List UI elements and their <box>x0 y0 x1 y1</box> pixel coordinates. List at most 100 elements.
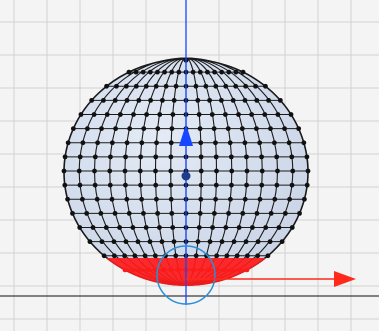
vertex-dot[interactable] <box>133 69 139 75</box>
vertex-dot[interactable] <box>147 69 153 75</box>
vertex-dot[interactable] <box>233 83 239 89</box>
vertex-dot[interactable] <box>168 168 174 174</box>
vertex-dot[interactable] <box>191 267 197 273</box>
vertex-dot[interactable] <box>109 140 115 146</box>
vertex-dot[interactable] <box>103 225 109 230</box>
vertex-dot[interactable] <box>230 97 236 103</box>
vertex-dot[interactable] <box>78 112 84 117</box>
vertex-dot[interactable] <box>249 112 255 117</box>
vertex-dot[interactable] <box>271 140 277 146</box>
vertex-dot[interactable] <box>223 225 229 230</box>
vertex-dot[interactable] <box>153 83 159 89</box>
vertex-dot[interactable] <box>65 140 71 146</box>
vertex-dot[interactable] <box>124 97 130 103</box>
vertex-dot[interactable] <box>255 239 261 245</box>
vertex-dot[interactable] <box>168 140 174 146</box>
vertex-dot[interactable] <box>289 225 295 230</box>
vertex-dot[interactable] <box>304 182 310 188</box>
vertex-dot[interactable] <box>108 154 113 160</box>
vertex-dot[interactable] <box>130 267 136 273</box>
vertex-dot[interactable] <box>213 196 218 202</box>
vertex-dot[interactable] <box>231 239 237 245</box>
vertex-dot[interactable] <box>169 69 175 75</box>
vertex-dot[interactable] <box>131 112 136 117</box>
vertex-dot[interactable] <box>130 225 136 230</box>
vertex-dot[interactable] <box>155 126 161 132</box>
vertex-dot[interactable] <box>152 253 158 259</box>
vertex-dot[interactable] <box>163 83 169 89</box>
vertex-dot[interactable] <box>218 97 224 103</box>
vertex-dot[interactable] <box>243 239 249 245</box>
vertex-dot[interactable] <box>168 154 174 160</box>
vertex-dot[interactable] <box>137 168 143 174</box>
vertex-dot[interactable] <box>263 83 268 89</box>
vertex-dot[interactable] <box>170 112 176 117</box>
vertex-dot[interactable] <box>139 140 145 146</box>
vertex-dot[interactable] <box>263 225 269 230</box>
vertex-dot[interactable] <box>124 140 130 146</box>
vertex-dot[interactable] <box>196 225 202 230</box>
vertex-dot[interactable] <box>91 112 97 117</box>
vertex-dot[interactable] <box>80 196 85 202</box>
vertex-dot[interactable] <box>77 182 83 188</box>
vertex-dot[interactable] <box>254 126 259 132</box>
vertex-dot[interactable] <box>190 69 196 75</box>
vertex-dot[interactable] <box>104 83 109 89</box>
vertex-dot[interactable] <box>136 97 142 103</box>
vertex-dot[interactable] <box>267 239 273 245</box>
vertex-dot[interactable] <box>221 267 227 273</box>
vertex-dot[interactable] <box>244 168 250 174</box>
vertex-dot[interactable] <box>227 196 233 202</box>
vertex-dot[interactable] <box>198 140 204 146</box>
vertex-dot[interactable] <box>240 69 246 75</box>
vertex-dot[interactable] <box>155 210 161 216</box>
vertex-dot[interactable] <box>101 97 106 103</box>
vertex-dot[interactable] <box>122 267 128 273</box>
vertex-dot[interactable] <box>117 112 123 117</box>
vertex-dot[interactable] <box>198 267 204 273</box>
vertex-dot[interactable] <box>254 97 260 103</box>
vertex-dot[interactable] <box>153 168 158 174</box>
vertex-dot[interactable] <box>257 196 263 202</box>
vertex-dot[interactable] <box>169 210 175 216</box>
vertex-dot[interactable] <box>195 97 201 103</box>
vertex-dot[interactable] <box>90 225 96 230</box>
vertex-dot[interactable] <box>76 168 82 174</box>
vertex-dot[interactable] <box>288 112 294 117</box>
vertex-dot[interactable] <box>61 168 67 174</box>
vertex-dot[interactable] <box>138 154 144 160</box>
vertex-dot[interactable] <box>124 83 129 89</box>
vertex-dot[interactable] <box>279 239 285 245</box>
vertex-dot[interactable] <box>143 225 149 230</box>
vertex-dot[interactable] <box>80 140 86 146</box>
vertex-dot[interactable] <box>124 196 130 202</box>
viewport-canvas[interactable] <box>0 0 379 331</box>
vertex-dot[interactable] <box>245 253 250 259</box>
vertex-dot[interactable] <box>92 154 98 160</box>
vertex-dot[interactable] <box>168 196 174 202</box>
vertex-dot[interactable] <box>139 196 145 202</box>
vertex-dot[interactable] <box>104 112 110 117</box>
vertex-dot[interactable] <box>228 154 234 160</box>
vertex-dot[interactable] <box>193 253 199 259</box>
vertex-dot[interactable] <box>123 239 129 245</box>
vertex-dot[interactable] <box>282 126 287 132</box>
vertex-dot[interactable] <box>305 168 311 174</box>
vertex-dot[interactable] <box>111 253 117 259</box>
vertex-dot[interactable] <box>109 196 115 202</box>
vertex-dot[interactable] <box>207 239 213 245</box>
vertex-dot[interactable] <box>227 140 233 146</box>
vertex-dot[interactable] <box>171 239 177 245</box>
vertex-dot[interactable] <box>259 168 265 174</box>
vertex-dot[interactable] <box>197 210 203 216</box>
vertex-dot[interactable] <box>198 168 204 174</box>
vertex-dot[interactable] <box>242 196 248 202</box>
vertex-dot[interactable] <box>171 97 177 103</box>
vertex-dot[interactable] <box>289 154 295 160</box>
vertex-dot[interactable] <box>262 112 268 117</box>
vertex-dot[interactable] <box>62 182 68 188</box>
vertex-dot[interactable] <box>169 126 175 132</box>
vertex-dot[interactable] <box>162 69 167 75</box>
vertex-dot[interactable] <box>266 97 271 103</box>
vertex-dot[interactable] <box>236 112 241 117</box>
